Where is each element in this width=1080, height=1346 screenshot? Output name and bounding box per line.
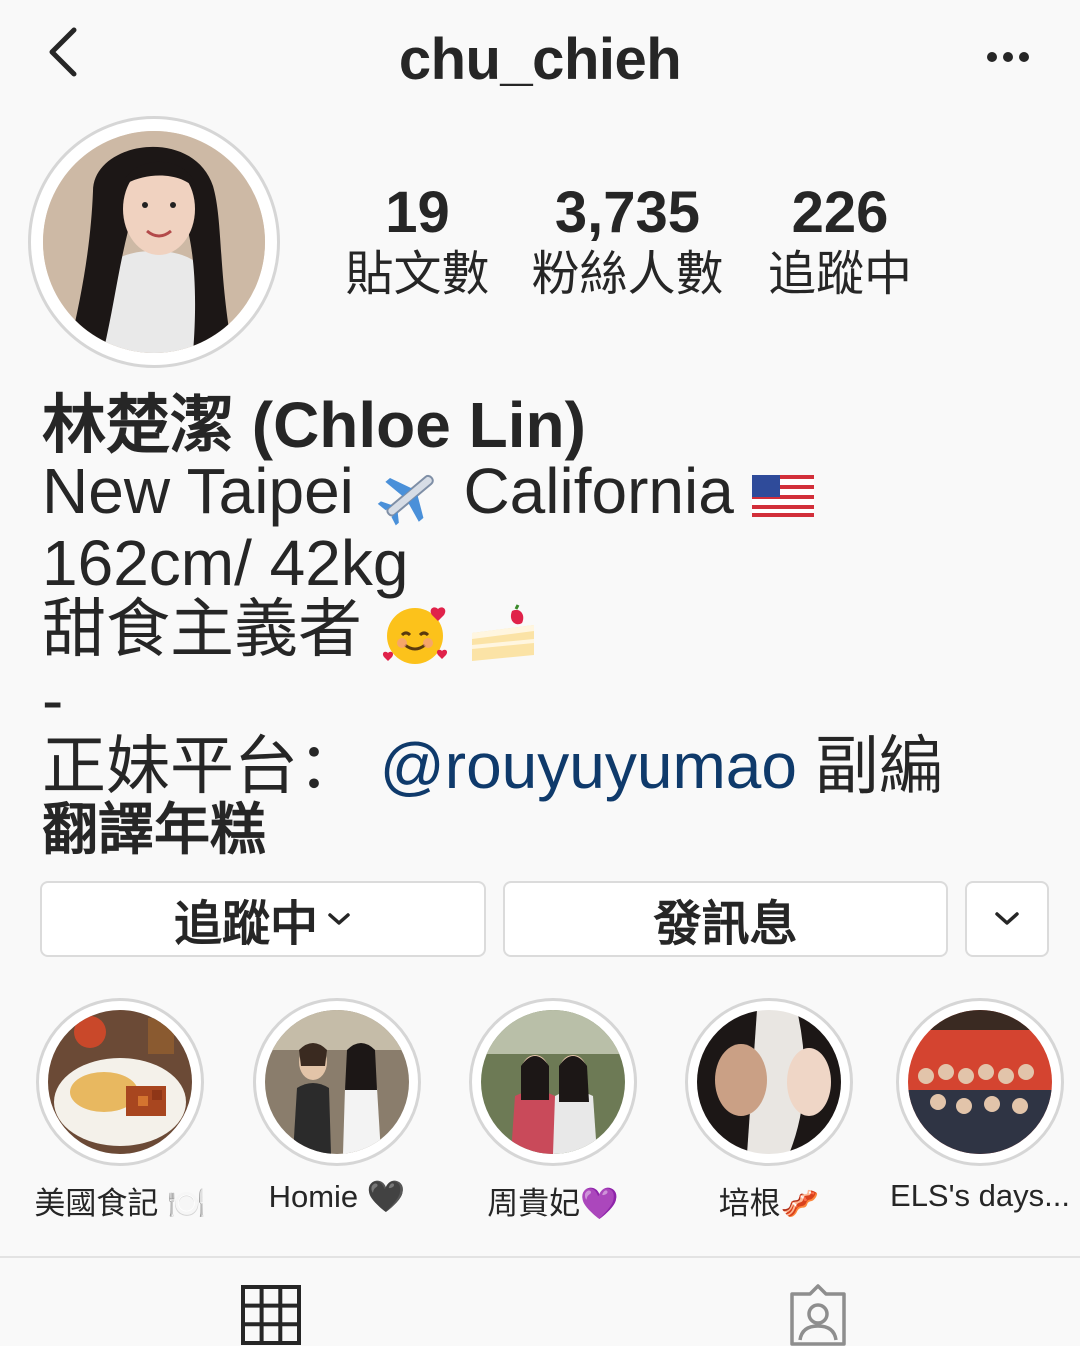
top-bar: chu_chieh: [0, 0, 1080, 110]
us-flag-icon: [751, 475, 814, 518]
profile-tabs: [0, 1258, 1080, 1346]
highlight-label: 周貴妃💜: [487, 1186, 619, 1221]
role-text: 副編: [814, 730, 943, 803]
highlight-friend-thumbnail: [481, 1010, 625, 1154]
highlight-label: 美國食記 🍽️: [34, 1186, 206, 1221]
followers-count: 3,735: [554, 180, 701, 245]
chevron-down-icon: [995, 912, 1019, 925]
location-from: New Taipei: [42, 455, 354, 527]
location-to: California: [463, 455, 734, 527]
posts-stat[interactable]: 19 貼文數: [330, 180, 505, 304]
message-button-label: 發訊息: [653, 898, 798, 951]
following-count: 226: [791, 180, 889, 245]
highlight-item[interactable]: ELS's days...: [880, 998, 1080, 1214]
height-weight: 162cm/ 42kg: [42, 527, 409, 600]
tagline: 甜食主義者: [42, 593, 362, 666]
highlight-group-thumbnail: [908, 1010, 1052, 1154]
platform-line: 正妹平台： @rouyuyumao 副編: [42, 733, 1062, 799]
highlight-label: Homie 🖤: [268, 1179, 406, 1214]
highlight-item[interactable]: 培根🥓: [664, 998, 874, 1223]
bio-dash: -: [42, 664, 64, 737]
highlight-homie-thumbnail: [265, 1010, 409, 1154]
grid-icon[interactable]: [240, 1284, 302, 1346]
story-highlights: 美國食記 🍽️ Homie 🖤 周貴妃💜 培根🥓 ELS's days...: [0, 998, 1080, 1228]
tagged-photos-icon[interactable]: [786, 1284, 850, 1346]
message-button[interactable]: 發訊息: [503, 881, 948, 957]
followers-label: 粉絲人數: [531, 248, 724, 301]
following-label: 追蹤中: [767, 248, 912, 301]
following-stat[interactable]: 226 追蹤中: [750, 180, 930, 304]
highlight-item[interactable]: Homie 🖤: [232, 998, 442, 1215]
display-name: 林楚潔 (Chloe Lin): [42, 389, 586, 461]
highlight-food-thumbnail: [48, 1010, 192, 1154]
highlight-label: ELS's days...: [890, 1178, 1070, 1213]
airplane-icon: [377, 475, 434, 526]
cake-icon: [471, 604, 534, 662]
tagline-line: 甜食主義者: [42, 596, 1062, 667]
highlight-ring: [253, 998, 421, 1166]
bio-extra: 翻譯年糕: [42, 798, 266, 862]
highlight-bacon-thumbnail: [697, 1010, 841, 1154]
posts-count: 19: [385, 180, 450, 245]
suggested-dropdown-button[interactable]: [965, 881, 1049, 957]
mention-link[interactable]: @rouyuyumao: [380, 730, 797, 802]
highlight-item[interactable]: 周貴妃💜: [448, 998, 658, 1223]
highlight-ring: [896, 998, 1064, 1166]
following-button[interactable]: 追蹤中: [40, 881, 486, 957]
chevron-down-icon: [328, 913, 350, 925]
platform-prefix: 正妹平台：: [42, 730, 362, 803]
username-title: chu_chieh: [398, 27, 682, 92]
highlight-ring: [36, 998, 204, 1166]
highlight-ring: [685, 998, 853, 1166]
highlight-label: 培根🥓: [718, 1186, 820, 1221]
more-horizontal-icon[interactable]: [978, 32, 1038, 82]
highlight-ring: [469, 998, 637, 1166]
profile-stats: 19 貼文數 3,735 粉絲人數 226 追蹤中: [0, 180, 1080, 310]
highlight-item[interactable]: 美國食記 🍽️: [15, 998, 225, 1223]
followers-stat[interactable]: 3,735 粉絲人數: [525, 180, 730, 304]
smiling-hearts-icon: [382, 607, 447, 665]
posts-label: 貼文數: [345, 248, 490, 301]
following-button-label: 追蹤中: [173, 898, 318, 951]
profile-bio: 林楚潔 (Chloe Lin) New Taipei California 16…: [42, 392, 1062, 861]
location-line: New Taipei California: [42, 458, 1062, 530]
